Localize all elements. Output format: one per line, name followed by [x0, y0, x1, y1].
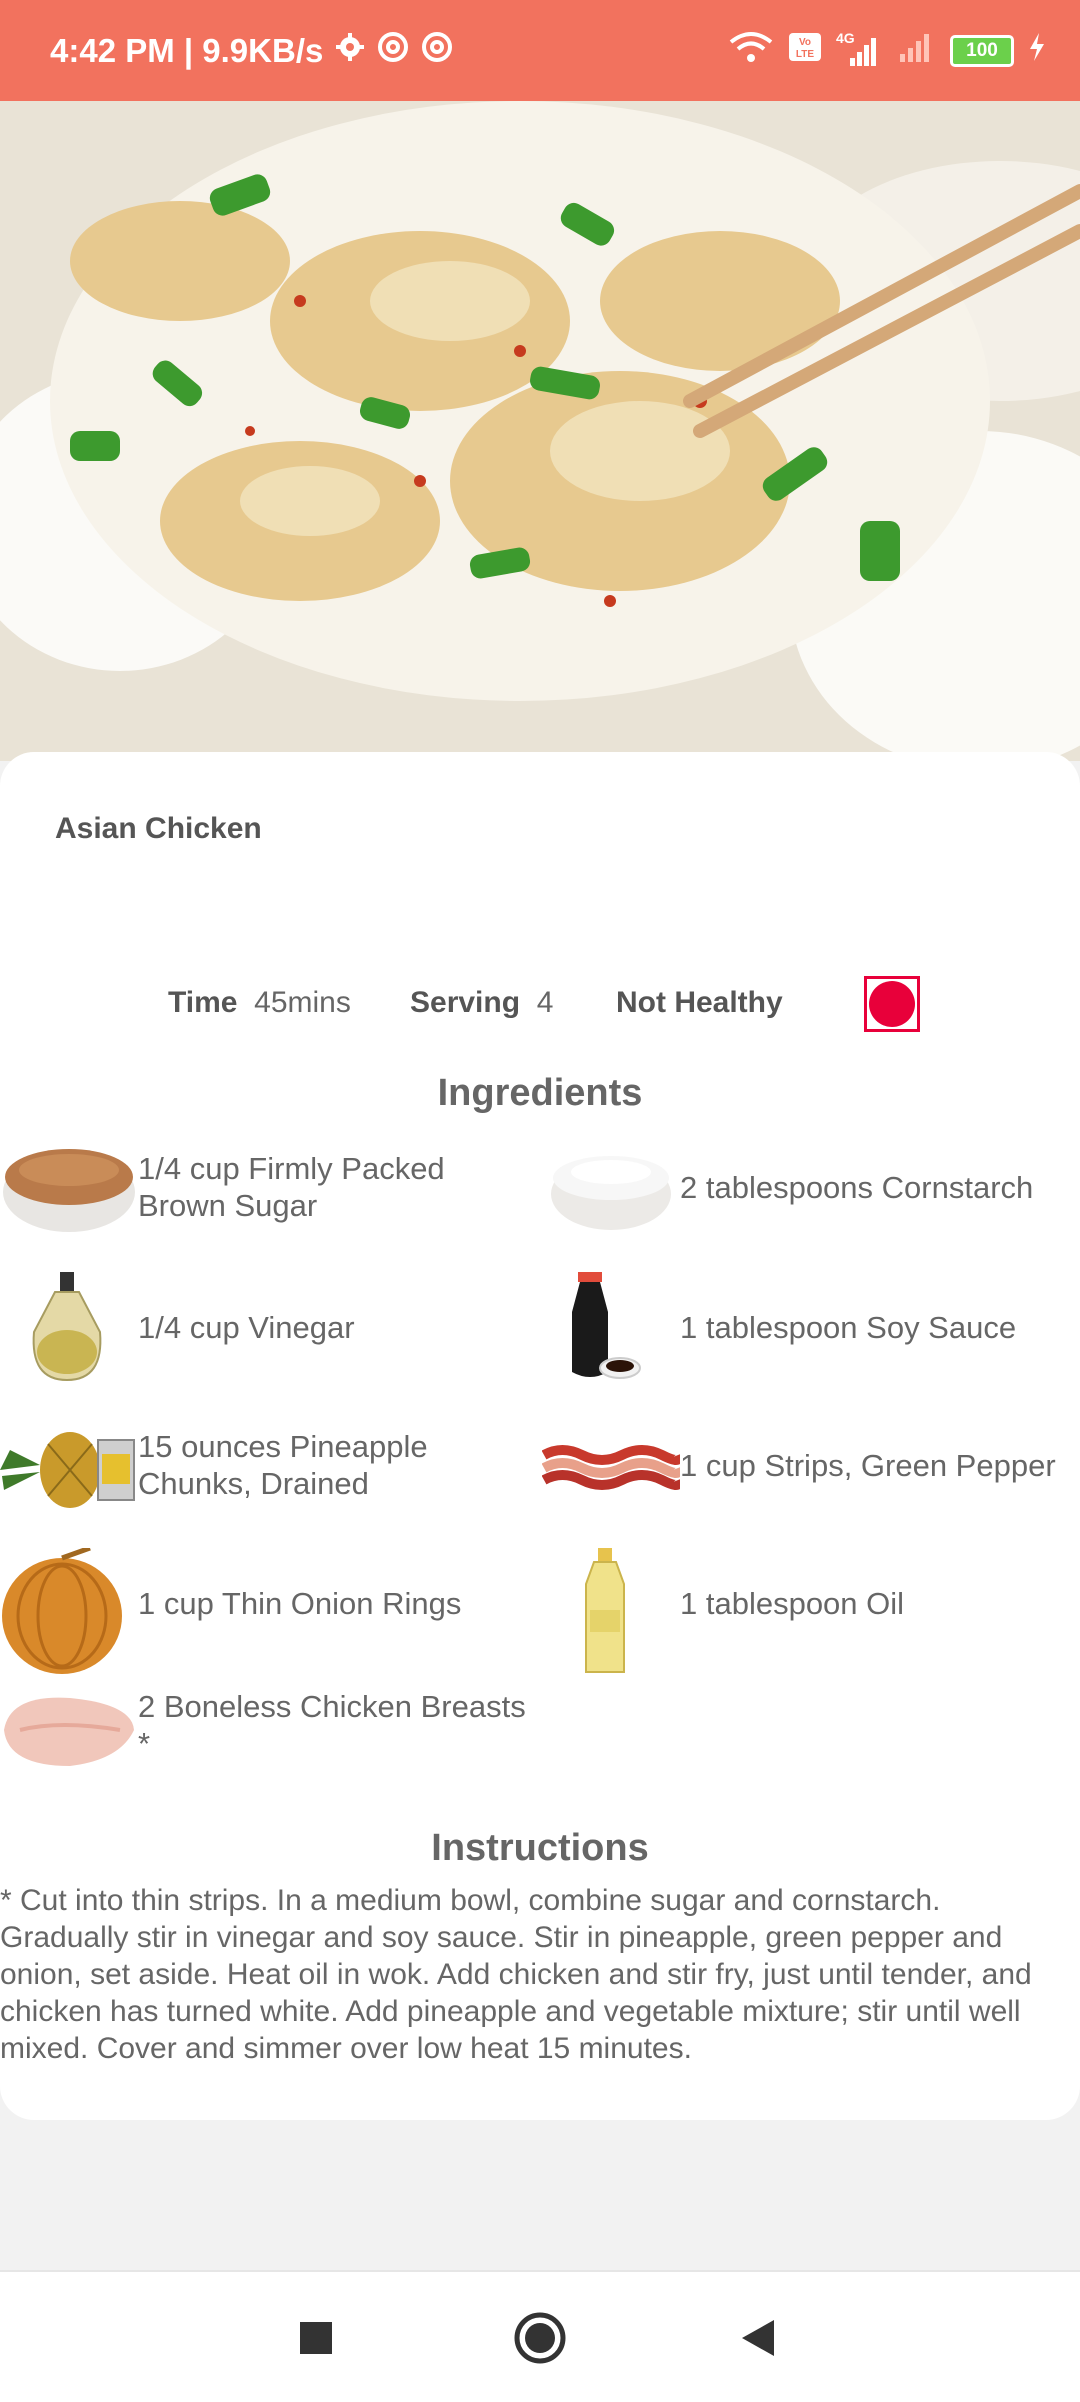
instructions-text: * Cut into thin strips. In a medium bowl…: [0, 1884, 1032, 2065]
ingredient-item: 1 cup Thin Onion Rings: [0, 1545, 462, 1674]
home-button[interactable]: [510, 2308, 570, 2368]
serving-info: Serving 4: [410, 986, 553, 1020]
charging-icon: [1028, 32, 1046, 69]
back-button[interactable]: [730, 2308, 790, 2368]
red-dot-icon: [869, 981, 915, 1027]
battery-icon: 100: [950, 34, 1014, 67]
health-label: Not Healthy: [616, 986, 783, 1019]
ingredient-text: 1 tablespoon Oil: [680, 1585, 905, 1621]
signal-empty-icon: [896, 30, 936, 71]
system-nav-bar: [0, 2270, 1080, 2402]
ingredient-item: 1/4 cup Vinegar: [0, 1272, 355, 1382]
bacon-strips-icon: [541, 1410, 684, 1520]
ingredient-text: 2 tablespoons Cornstarch: [680, 1169, 1034, 1205]
ingredient-text: 1 cup Thin Onion Rings: [138, 1585, 462, 1621]
ingredient-item: 1 cup Strips, Green Pepper: [541, 1410, 1056, 1520]
status-bar: 4:42 PM | 9.9KB/s Vo LTE 4G 100: [0, 0, 1080, 101]
wifi-icon: [728, 30, 774, 71]
status-right: Vo LTE 4G 100: [728, 0, 1046, 101]
soy-sauce-bottle-icon: [542, 1272, 680, 1382]
recipe-hero-image: [0, 101, 1080, 761]
ingredient-item: 1/4 cup Firmly Packed Brown Sugar: [0, 1132, 468, 1242]
onion-icon: [0, 1545, 138, 1674]
ingredient-text: 1/4 cup Firmly Packed Brown Sugar: [138, 1151, 445, 1223]
cornstarch-bowl-icon: [542, 1132, 680, 1242]
svg-text:Vo: Vo: [799, 37, 811, 48]
ingredients-heading: Ingredients: [437, 1072, 643, 1114]
recent-apps-button[interactable]: [286, 2308, 346, 2368]
time-info: Time 45mins: [168, 986, 351, 1020]
time-label: Time: [168, 986, 238, 1019]
health-indicator-button[interactable]: [864, 976, 920, 1032]
time-value: 45mins: [254, 986, 351, 1019]
ingredient-text: 1 tablespoon Soy Sauce: [680, 1309, 1017, 1345]
ingredient-item: 2 tablespoons Cornstarch: [542, 1132, 1033, 1242]
ingredient-item: 1 tablespoon Soy Sauce: [542, 1272, 1016, 1382]
vinegar-bottle-icon: [0, 1272, 138, 1382]
ingredient-text: 2 Boneless Chicken Breasts *: [138, 1689, 526, 1761]
oil-bottle-icon: [542, 1548, 680, 1673]
signal-4g-icon: 4G: [836, 30, 882, 68]
status-left: 4:42 PM | 9.9KB/s: [50, 0, 453, 101]
sync-app-icon-2: [421, 31, 453, 71]
ingredient-item: 15 ounces Pineapple Chunks, Drained: [0, 1410, 468, 1520]
health-info: Not Healthy: [616, 986, 783, 1020]
serving-value: 4: [536, 986, 554, 1019]
volte-icon: Vo LTE: [788, 32, 822, 69]
status-time-speed: 4:42 PM | 9.9KB/s: [50, 31, 324, 69]
ingredient-item: 2 Boneless Chicken Breasts *: [0, 1670, 526, 1780]
ingredient-text: 1/4 cup Vinegar: [138, 1309, 355, 1345]
brown-sugar-bowl-icon: [0, 1132, 138, 1242]
ingredient-text: 15 ounces Pineapple Chunks, Drained: [138, 1429, 428, 1501]
pineapple-can-icon: [0, 1410, 138, 1520]
chicken-breast-icon: [0, 1670, 138, 1780]
settings-gear-icon: [335, 32, 365, 70]
ingredient-text: 1 cup Strips, Green Pepper: [680, 1447, 1056, 1483]
recipe-title: Asian Chicken: [55, 812, 262, 845]
svg-text:LTE: LTE: [796, 49, 814, 60]
sync-app-icon: [377, 31, 409, 71]
serving-label: Serving: [410, 986, 521, 1019]
instructions-heading: Instructions: [431, 1827, 649, 1869]
ingredient-item: 1 tablespoon Oil: [542, 1548, 905, 1673]
recipe-meta-row: Time 45mins Serving 4 Not Healthy: [0, 976, 1080, 1036]
recipe-card: Asian Chicken Time 45mins Serving 4 Not …: [0, 752, 1080, 2120]
